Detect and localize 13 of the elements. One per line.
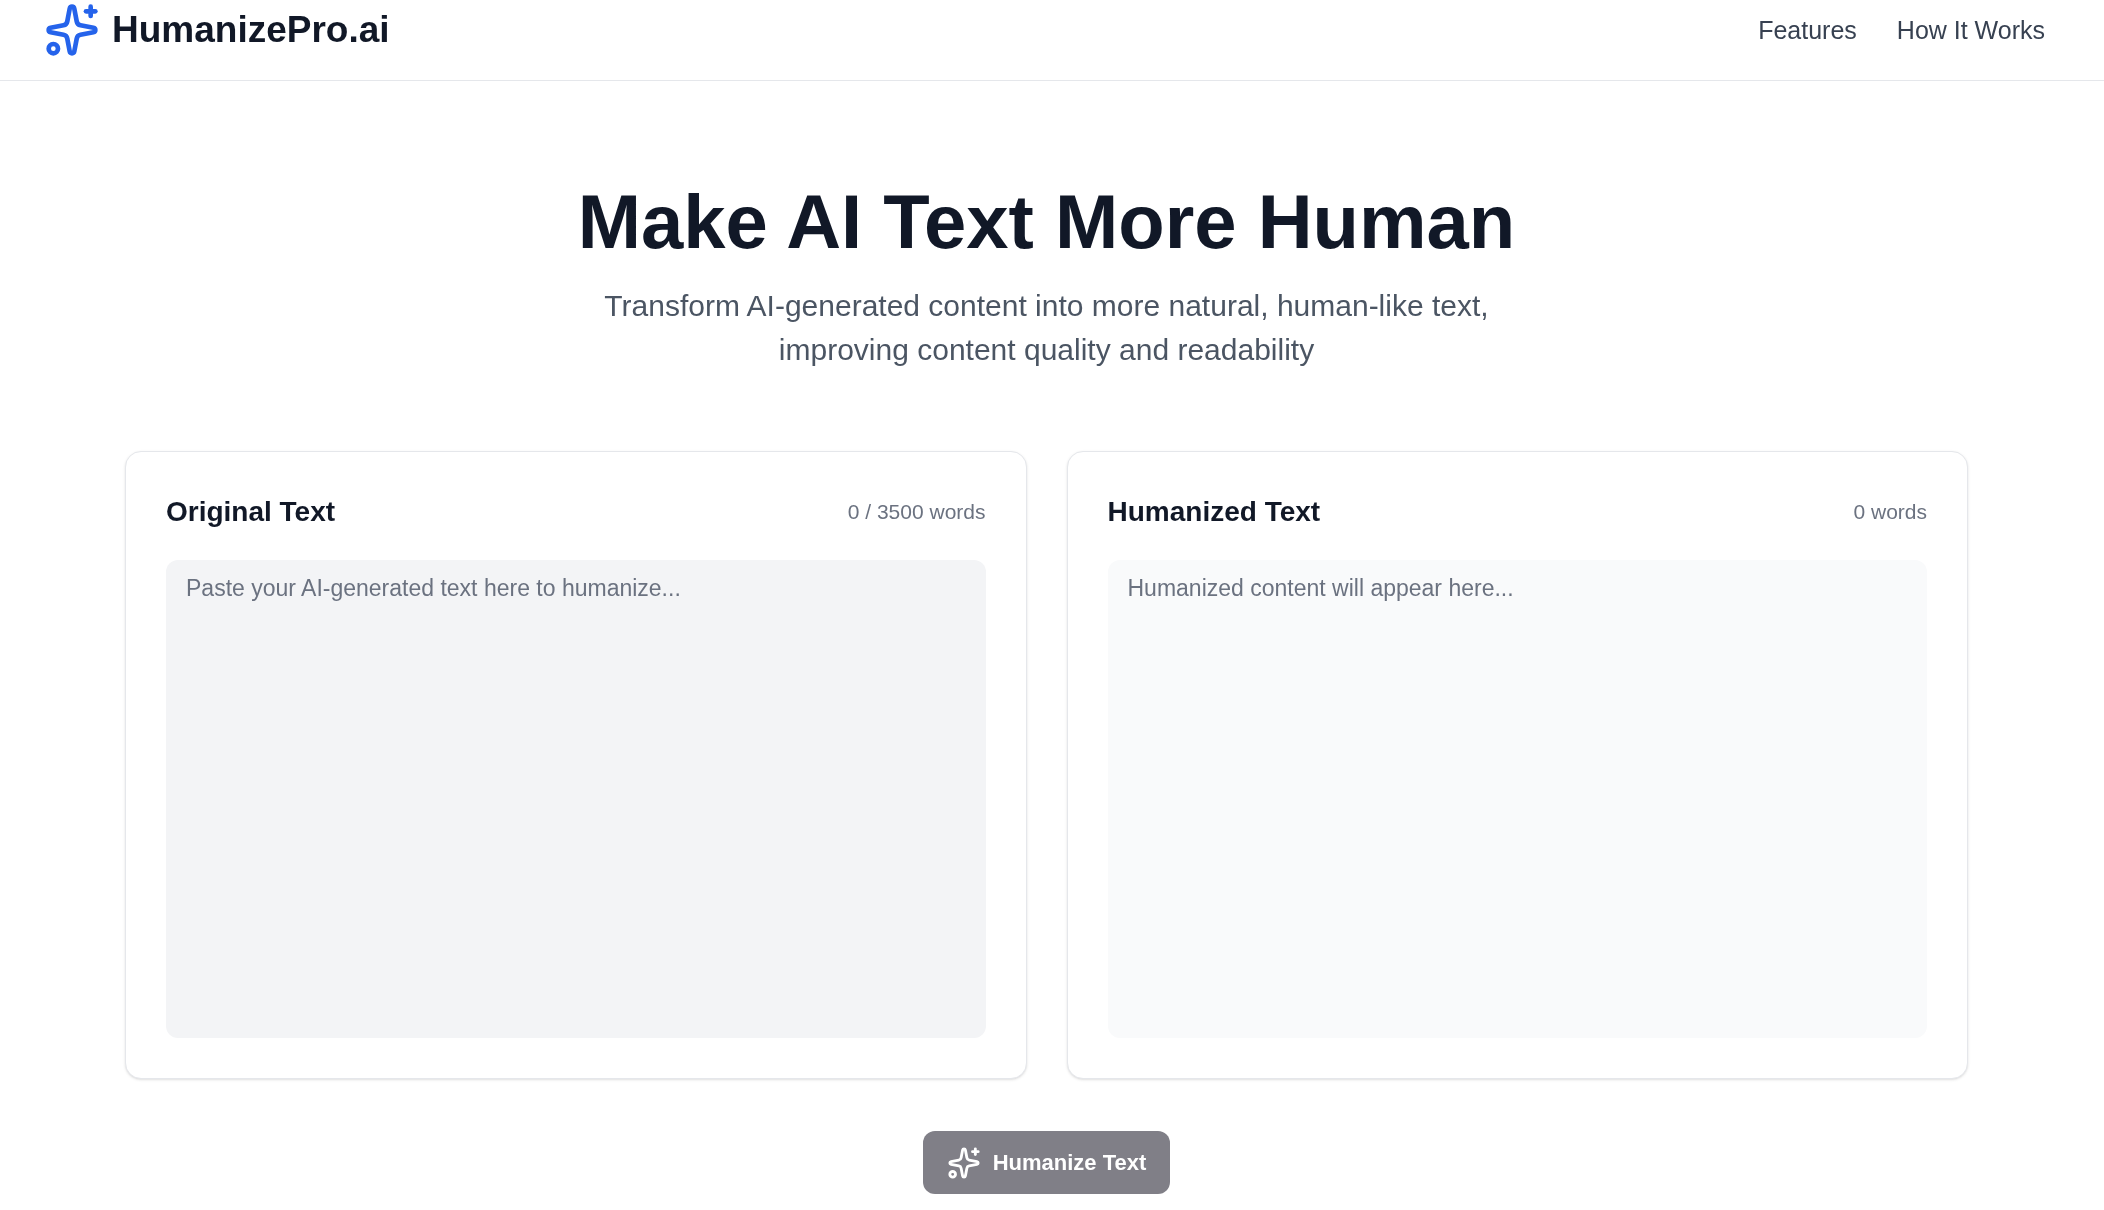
brand-name[interactable]: HumanizePro.ai bbox=[112, 2, 390, 58]
logo-sparkle-icon bbox=[44, 2, 100, 58]
page-title: Make AI Text More Human bbox=[577, 180, 1516, 264]
text-input-field[interactable]: Paste your AI-generated text here to humanize... bbox=[166, 560, 986, 1038]
output-field[interactable]: Humanized content will appear here... bbox=[1107, 560, 1927, 1038]
word-count: 0 / 3500 words bbox=[847, 499, 986, 525]
sparkle-icon bbox=[946, 1145, 981, 1180]
panel-title: Humanized Text bbox=[1107, 495, 1321, 529]
panel-title: Original Text bbox=[166, 495, 336, 529]
page-subtitle: Transform AI-generated content into more natural, human-like text, improving content quality and readability bbox=[603, 288, 1490, 368]
word-count: 0 words bbox=[1853, 499, 1927, 525]
nav-link[interactable]: How It Works bbox=[1896, 14, 2045, 46]
nav-link[interactable]: Features bbox=[1758, 14, 1857, 46]
